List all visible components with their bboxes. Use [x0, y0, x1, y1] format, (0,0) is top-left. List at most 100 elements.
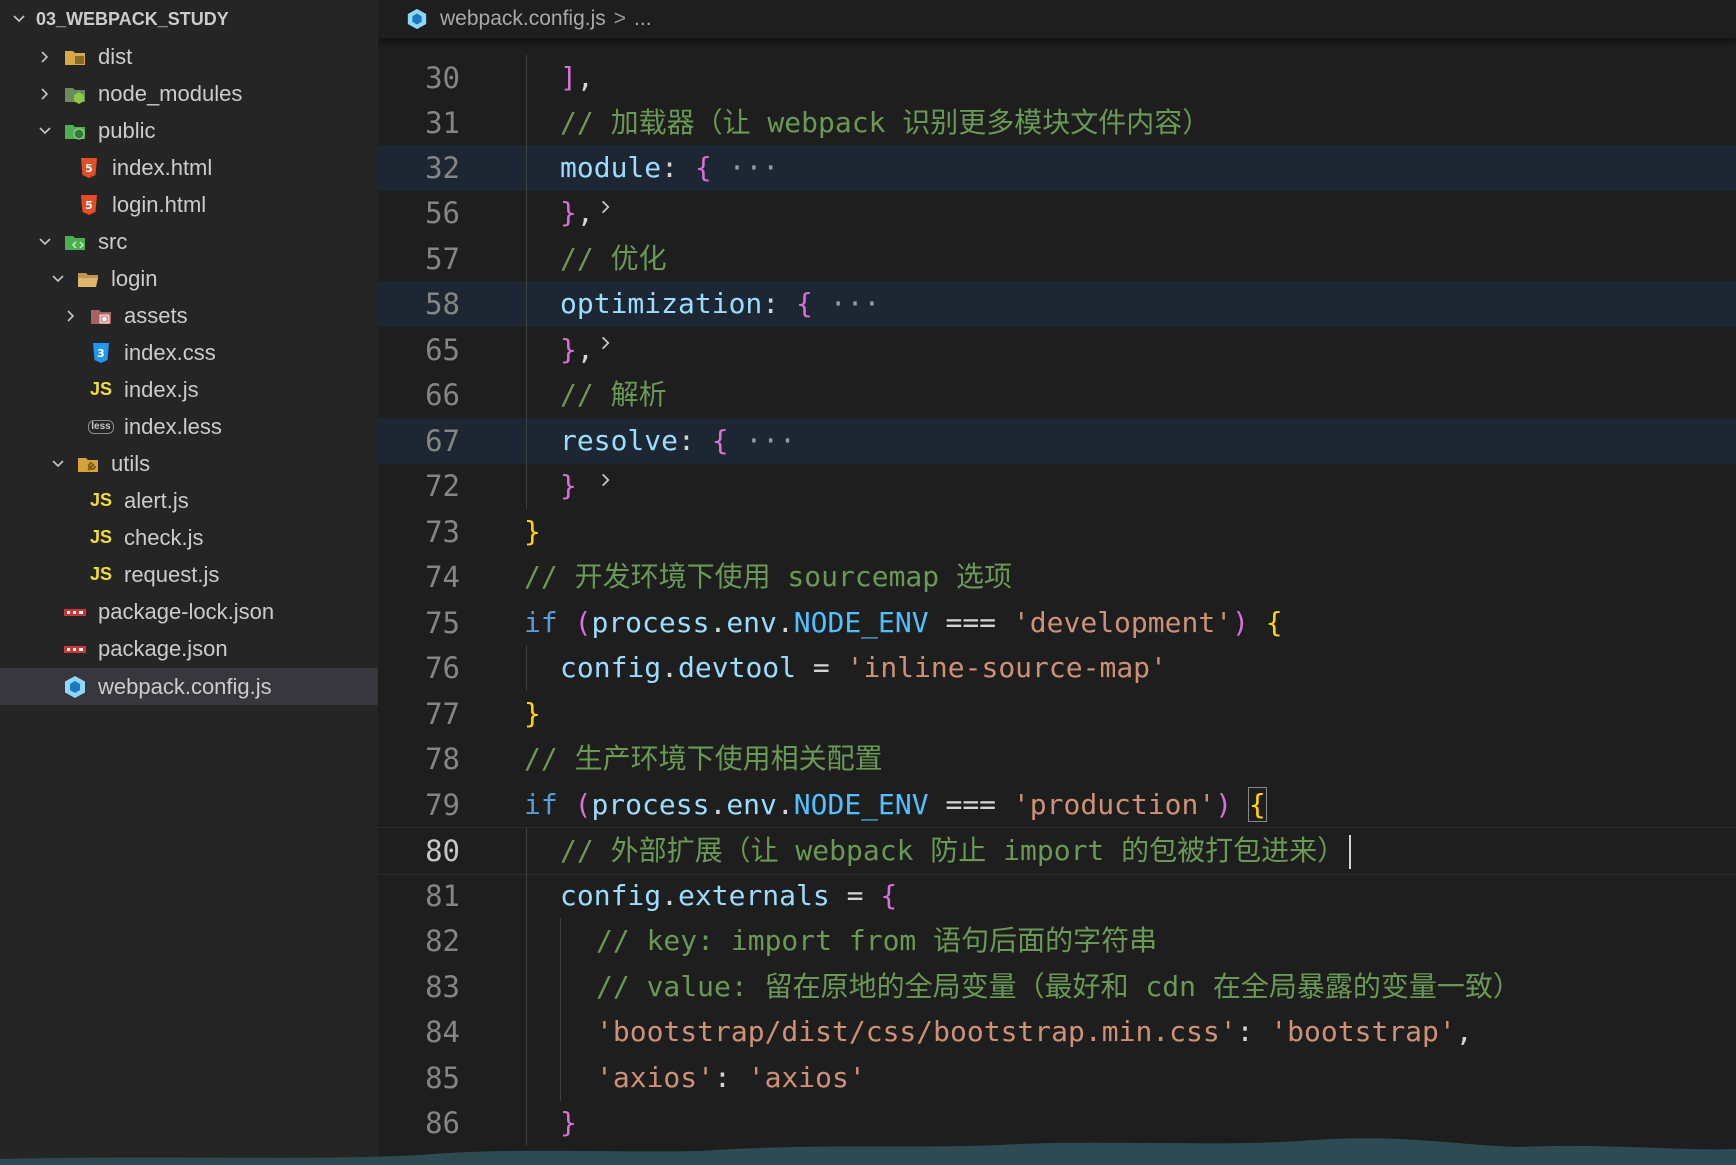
chevron-down-icon[interactable] — [36, 120, 54, 142]
code-text: ], — [560, 61, 594, 94]
tree-item-check-js[interactable]: JS check.js — [0, 519, 378, 556]
code-comment: // value: 留在原地的全局变量（最好和 cdn 在全局暴露的变量一致） — [596, 970, 1521, 1003]
tree-item-index-less[interactable]: less index.less — [0, 408, 378, 445]
tree-item-package-lock-json[interactable]: package-lock.json — [0, 593, 378, 630]
tree-item-label: index.less — [124, 413, 222, 439]
assets-folder-icon — [88, 303, 114, 329]
code-line[interactable]: 83 // value: 留在原地的全局变量（最好和 cdn 在全局暴露的变量一… — [378, 964, 1736, 1010]
tree-item-src[interactable]: src — [0, 223, 378, 260]
tree-item-login-html[interactable]: 5 login.html — [0, 186, 378, 223]
code-line[interactable]: 75 if (process.env.NODE_ENV === 'develop… — [378, 600, 1736, 646]
tree-item-request-js[interactable]: JS request.js — [0, 556, 378, 593]
code-comment: // 解析 — [560, 378, 667, 411]
line-number: 78 — [425, 742, 460, 776]
fold-ellipsis[interactable]: ··· — [729, 151, 780, 184]
fold-ellipsis[interactable]: ··· — [745, 424, 796, 457]
chevron-right-icon[interactable] — [496, 430, 610, 487]
code-text: }, — [560, 333, 594, 366]
line-number: 57 — [425, 242, 460, 276]
chevron-down-icon[interactable] — [10, 8, 28, 30]
line-number: 67 — [425, 424, 460, 458]
line-number: 81 — [425, 879, 460, 913]
webpack-file-icon — [406, 8, 428, 30]
code-line[interactable]: 77 } — [378, 691, 1736, 737]
svg-text:5: 5 — [85, 162, 93, 175]
code-line[interactable]: 30 ], — [378, 55, 1736, 101]
tree-item-node-modules[interactable]: node_modules — [0, 75, 378, 112]
chevron-right-icon[interactable] — [496, 157, 610, 214]
code-line[interactable]: 56 }, — [378, 190, 1736, 236]
tree-item-package-json[interactable]: package.json — [0, 630, 378, 667]
code-line[interactable]: 74 // 开发环境下使用 sourcemap 选项 — [378, 554, 1736, 600]
code-line[interactable]: 72 } — [378, 463, 1736, 509]
tree-item-login-folder[interactable]: login — [0, 260, 378, 297]
tree-item-dist[interactable]: dist — [0, 38, 378, 75]
js-file-icon: JS — [89, 490, 113, 510]
chevron-right-icon[interactable] — [36, 46, 54, 68]
breadcrumb-more[interactable]: ... — [634, 7, 652, 31]
explorer-root-folder[interactable]: 03_WEBPACK_STUDY — [0, 2, 378, 36]
tree-item-assets[interactable]: assets — [0, 297, 378, 334]
tree-item-utils[interactable]: utils — [0, 445, 378, 482]
line-number-active: 80 — [425, 834, 460, 868]
tree-item-index-css[interactable]: 3 index.css — [0, 334, 378, 371]
code-line[interactable]: 31 // 加载器（让 webpack 识别更多模块文件内容） — [378, 100, 1736, 146]
line-number: 65 — [425, 333, 460, 367]
code-line[interactable]: 73 } — [378, 509, 1736, 555]
code-comment: // 开发环境下使用 sourcemap 选项 — [524, 560, 1013, 593]
tree-item-alert-js[interactable]: JS alert.js — [0, 482, 378, 519]
breadcrumb-file[interactable]: webpack.config.js — [440, 7, 606, 31]
code-comment: // 加载器（让 webpack 识别更多模块文件内容） — [560, 106, 1211, 139]
chevron-right-icon[interactable] — [36, 83, 54, 105]
code-comment: // key: import from 语句后面的字符串 — [596, 924, 1158, 957]
line-number: 58 — [425, 287, 460, 321]
line-number: 85 — [425, 1061, 460, 1095]
chevron-right-icon[interactable] — [496, 293, 610, 350]
tree-item-index-html[interactable]: 5 index.html — [0, 149, 378, 186]
chevron-down-icon[interactable] — [49, 453, 67, 475]
code-text: // 外部扩展（让 webpack 防止 import 的包被打包进来） — [560, 828, 1352, 874]
code-line[interactable]: 82 // key: import from 语句后面的字符串 — [378, 918, 1736, 964]
code-text: } — [560, 469, 577, 502]
code-line-folded[interactable]: 58 optimization: { ··· — [378, 281, 1736, 350]
src-folder-icon — [62, 229, 88, 255]
code-line[interactable]: 57 // 优化 — [378, 236, 1736, 282]
chevron-right-icon[interactable] — [62, 305, 80, 327]
line-number: 32 — [425, 151, 460, 185]
code-line[interactable]: 84 'bootstrap/dist/css/bootstrap.min.css… — [378, 1009, 1736, 1055]
html-file-icon: 5 — [76, 155, 102, 181]
tree-item-label: webpack.config.js — [98, 673, 272, 699]
breadcrumb-separator: > — [613, 7, 627, 30]
code-line[interactable]: 79 if (process.env.NODE_ENV === 'product… — [378, 782, 1736, 828]
code-comment: // 生产环境下使用相关配置 — [524, 742, 883, 775]
code-comment: // 优化 — [560, 242, 667, 275]
code-line[interactable]: 65 }, — [378, 327, 1736, 373]
code-editor[interactable]: webpack.config.js > ... 30 ], 31 // 加载器（… — [378, 0, 1736, 1165]
tree-item-public[interactable]: public — [0, 112, 378, 149]
line-number: 73 — [425, 515, 460, 549]
code-line[interactable]: 76 config.devtool = 'inline-source-map' — [378, 645, 1736, 691]
css-file-icon: 3 — [88, 340, 114, 366]
folder-open-icon — [75, 266, 101, 292]
tree-item-index-js[interactable]: JS index.js — [0, 371, 378, 408]
code-line[interactable]: 85 'axios': 'axios' — [378, 1055, 1736, 1101]
webpack-file-icon — [62, 674, 88, 700]
code-line[interactable]: 81 config.externals = { — [378, 873, 1736, 919]
line-number: 56 — [425, 196, 460, 230]
code-line[interactable]: 66 // 解析 — [378, 372, 1736, 418]
code-text: if (process.env.NODE_ENV === 'developmen… — [524, 606, 1283, 639]
tree-item-label: index.css — [124, 339, 216, 365]
code-line[interactable]: 78 // 生产环境下使用相关配置 — [378, 736, 1736, 782]
chevron-down-icon[interactable] — [36, 231, 54, 253]
breadcrumb: webpack.config.js > ... — [378, 0, 1736, 38]
tree-item-webpack-config-js[interactable]: webpack.config.js — [0, 668, 378, 705]
fold-ellipsis[interactable]: ··· — [830, 287, 881, 320]
code-line-folded[interactable]: 32 module: { ··· — [378, 145, 1736, 214]
line-number: 82 — [425, 924, 460, 958]
line-number: 76 — [425, 651, 460, 685]
code-line-folded[interactable]: 67 resolve: { ··· — [378, 418, 1736, 487]
svg-text:5: 5 — [85, 199, 93, 212]
svg-text:3: 3 — [97, 347, 105, 360]
code-line-current[interactable]: 80 // 外部扩展（让 webpack 防止 import 的包被打包进来） — [378, 827, 1736, 875]
chevron-down-icon[interactable] — [49, 268, 67, 290]
